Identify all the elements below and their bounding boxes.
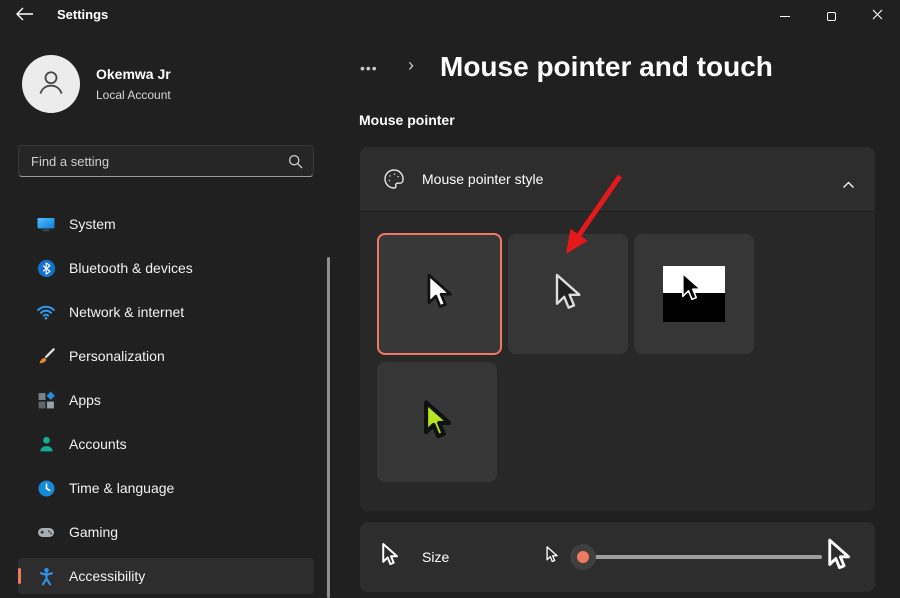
personalization-icon	[36, 346, 56, 366]
accounts-icon	[36, 434, 56, 454]
large-cursor-icon	[828, 539, 850, 576]
apps-icon	[36, 390, 56, 410]
maximize-button[interactable]	[808, 0, 854, 32]
search-input[interactable]	[19, 146, 313, 176]
back-button[interactable]	[10, 3, 40, 29]
minimize-icon	[780, 16, 790, 17]
pointer-size-card: Size	[360, 522, 875, 592]
size-pointer-icon	[382, 543, 398, 572]
sidebar-nav: System Bluetooth & devices Network & inter…	[18, 206, 314, 598]
pointer-style-option-white[interactable]	[377, 233, 502, 355]
sidebar-item-label: Time & language	[69, 480, 174, 496]
avatar[interactable]	[22, 55, 80, 113]
person-icon	[33, 64, 69, 105]
window-controls	[762, 0, 900, 32]
app-title: Settings	[57, 0, 108, 32]
chevron-up-icon	[842, 176, 855, 194]
pointer-size-slider[interactable]	[570, 522, 822, 592]
search-icon[interactable]	[288, 154, 303, 174]
sidebar-item-gaming[interactable]: Gaming	[18, 514, 314, 550]
mouse-pointer-style-card: Mouse pointer style	[360, 147, 875, 511]
sidebar-item-accessibility[interactable]: Accessibility	[18, 558, 314, 594]
sidebar-item-label: Gaming	[69, 524, 118, 540]
page-title: Mouse pointer and touch	[440, 51, 773, 83]
sidebar-item-apps[interactable]: Apps	[18, 382, 314, 418]
sidebar-item-label: Accessibility	[69, 568, 145, 584]
time-language-icon	[36, 478, 56, 498]
sidebar-item-label: Apps	[69, 392, 101, 408]
bluetooth-icon	[36, 258, 56, 278]
back-arrow-icon	[16, 7, 34, 26]
close-icon	[872, 7, 883, 25]
breadcrumb-chevron-icon: ›	[408, 55, 414, 76]
pointer-style-option-black[interactable]	[508, 234, 628, 354]
black-cursor-icon	[555, 273, 581, 316]
palette-icon	[382, 167, 406, 191]
sidebar-item-system[interactable]: System	[18, 206, 314, 242]
white-cursor-icon	[427, 273, 452, 315]
selection-indicator	[18, 568, 21, 584]
mouse-pointer-style-expander[interactable]: Mouse pointer style	[360, 147, 875, 212]
custom-green-cursor-icon	[424, 400, 451, 445]
maximize-icon	[827, 12, 836, 21]
search-box[interactable]	[18, 145, 314, 177]
inverted-cursor-icon	[663, 266, 725, 322]
sidebar-item-label: Network & internet	[69, 304, 184, 320]
pointer-style-option-custom[interactable]	[377, 362, 497, 482]
accessibility-icon	[36, 566, 56, 586]
slider-thumb-dot	[577, 551, 589, 563]
pointer-style-options	[360, 213, 875, 511]
sidebar-item-accounts[interactable]: Accounts	[18, 426, 314, 462]
sidebar-item-bluetooth-devices[interactable]: Bluetooth & devices	[18, 250, 314, 286]
section-label: Mouse pointer	[359, 112, 455, 128]
close-button[interactable]	[854, 0, 900, 32]
sidebar-item-label: Personalization	[69, 348, 165, 364]
gaming-icon	[36, 522, 56, 542]
sidebar-item-label: System	[69, 216, 116, 232]
pointer-style-option-inverted[interactable]	[634, 234, 754, 354]
system-icon	[36, 214, 56, 234]
size-label: Size	[422, 549, 449, 565]
network-icon	[36, 302, 56, 322]
sidebar-item-personalization[interactable]: Personalization	[18, 338, 314, 374]
card-title: Mouse pointer style	[422, 171, 543, 187]
small-cursor-icon	[546, 546, 558, 568]
sidebar-item-network-internet[interactable]: Network & internet	[18, 294, 314, 330]
user-name: Okemwa Jr	[96, 66, 171, 82]
slider-track[interactable]	[580, 555, 822, 559]
sidebar-item-label: Bluetooth & devices	[69, 260, 193, 276]
sidebar-scrollbar[interactable]	[327, 257, 330, 598]
user-account-type: Local Account	[96, 88, 171, 102]
slider-thumb[interactable]	[570, 544, 596, 570]
sidebar-item-label: Accounts	[69, 436, 127, 452]
minimize-button[interactable]	[762, 0, 808, 32]
sidebar-item-time-language[interactable]: Time & language	[18, 470, 314, 506]
breadcrumb-ellipsis-button[interactable]: •••	[360, 56, 396, 82]
